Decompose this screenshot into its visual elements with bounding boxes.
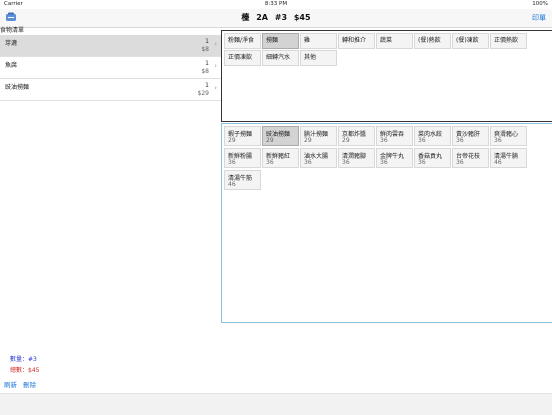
- order-item-qty: 1: [205, 60, 209, 67]
- order-title: 檯 2A #3 $45: [0, 9, 552, 27]
- menu-item-price: 36: [456, 137, 464, 144]
- category-button[interactable]: 雞: [300, 33, 337, 49]
- menu-item-button[interactable]: 清湯牛筋 46: [224, 170, 261, 190]
- order-row[interactable]: 魚腐 1 $8 ›: [0, 57, 221, 79]
- status-time: 8:33 PM: [264, 1, 288, 7]
- table-label: 檯: [241, 13, 250, 22]
- menu-item-price: 36: [342, 159, 350, 166]
- order-item-qty: 1: [205, 38, 209, 45]
- category-button[interactable]: 細轉汽水: [262, 50, 299, 66]
- order-list-header: 食物清單: [0, 27, 25, 34]
- print-button[interactable]: 印單: [532, 9, 546, 27]
- menu-item-price: 46: [228, 181, 236, 188]
- order-item-price: $8: [201, 68, 209, 75]
- menu-item-price: 29: [342, 137, 350, 144]
- order-item-name: 魚腐: [5, 62, 18, 69]
- order-item-qty: 1: [205, 82, 209, 89]
- order-number: #3: [274, 13, 288, 22]
- chevron-right-icon: ›: [214, 84, 217, 92]
- menu-item-button[interactable]: 台帝花枝 36: [452, 148, 489, 168]
- menu-item-button[interactable]: 腩汁撈麵 29: [300, 126, 337, 146]
- delete-button[interactable]: 刪除: [23, 381, 36, 389]
- table-number: 2A: [256, 13, 268, 22]
- menu-item-price: 29: [228, 137, 236, 144]
- category-button[interactable]: 撈麵: [262, 33, 299, 49]
- menu-item-button[interactable]: 滷水大腸 36: [300, 148, 337, 168]
- chevron-right-icon: ›: [214, 62, 217, 70]
- order-row[interactable]: 芽漉 1 $8 ›: [0, 35, 221, 57]
- category-button[interactable]: 正價熱飲: [490, 33, 527, 49]
- menu-item-price: 29: [266, 137, 274, 144]
- order-item-price: $29: [197, 90, 209, 97]
- menu-item-button[interactable]: 豉油撈麵 29: [262, 126, 299, 146]
- menu-item-button[interactable]: 金牌牛丸 36: [376, 148, 413, 168]
- menu-item-button[interactable]: 鮮肉雲吞 36: [376, 126, 413, 146]
- action-bar: 刷新 刪除: [4, 381, 40, 390]
- chevron-right-icon: ›: [214, 40, 217, 48]
- battery-label: 100%: [532, 1, 548, 7]
- nav-bar: 檯 2A #3 $45 印單: [0, 9, 552, 28]
- bottom-bar: [0, 393, 552, 415]
- status-bar: Carrier 8:33 PM 100%: [0, 0, 552, 9]
- menu-item-price: 29: [304, 137, 312, 144]
- category-panel: 粉麵/淨食 撈麵雞轉和推介 蔬菜 (餐)熱飲 (餐)凍飲 正價熱飲正價凍飲 細轉汽水 其他: [221, 30, 552, 122]
- category-button[interactable]: 粉麵/淨食: [224, 33, 261, 49]
- order-total: 總數：$45: [10, 367, 40, 374]
- order-item-name: 芽漉: [5, 40, 18, 47]
- menu-item-price: 36: [380, 137, 388, 144]
- menu-item-button[interactable]: 新鮮粉腸 36: [224, 148, 261, 168]
- menu-item-price: 36: [418, 159, 426, 166]
- category-button[interactable]: 轉和推介: [338, 33, 375, 49]
- order-summary: 數量：#3 總數：$45: [10, 354, 39, 376]
- menu-item-button[interactable]: 京都炸醬 29: [338, 126, 375, 146]
- menu-item-button[interactable]: 菜肉水餃 36: [414, 126, 451, 146]
- order-row[interactable]: 豉油撈麵 1 $29 ›: [0, 79, 221, 101]
- order-list: 芽漉 1 $8 › 魚腐 1 $8 › 豉油撈麵 1 $29 ›: [0, 35, 221, 101]
- menu-item-price: 46: [494, 159, 502, 166]
- menu-item-button[interactable]: 黃沙豬肝 36: [452, 126, 489, 146]
- menu-item-button[interactable]: 清湯牛腩 46: [490, 148, 527, 168]
- item-count: 數量：#3: [10, 356, 37, 363]
- menu-item-button[interactable]: 清潤豬腳 36: [338, 148, 375, 168]
- category-button[interactable]: 正價凍飲: [224, 50, 261, 66]
- order-item-price: $8: [201, 46, 209, 53]
- menu-item-price: 36: [418, 137, 426, 144]
- refresh-button[interactable]: 刷新: [4, 381, 17, 389]
- menu-item-price: 36: [380, 159, 388, 166]
- menu-item-price: 36: [304, 159, 312, 166]
- category-button[interactable]: (餐)凍飲: [452, 33, 489, 49]
- order-item-name: 豉油撈麵: [5, 84, 30, 91]
- menu-item-price: 36: [266, 159, 274, 166]
- menu-item-button[interactable]: 爽滑豬心 36: [490, 126, 527, 146]
- order-amount: $45: [293, 13, 311, 22]
- menu-item-panel: 蝦子撈麵 29 豉油撈麵 29 腩汁撈麵 29 京都炸醬 29 鮮肉雲吞 36 菜肉水餃 36 黃沙豬肝…: [221, 123, 552, 323]
- menu-item-price: 36: [494, 137, 502, 144]
- category-button[interactable]: (餐)熱飲: [414, 33, 451, 49]
- category-button[interactable]: 其他: [300, 50, 337, 66]
- category-button[interactable]: 蔬菜: [376, 33, 413, 49]
- menu-item-button[interactable]: 新鮮豬紅 36: [262, 148, 299, 168]
- menu-item-price: 36: [456, 159, 464, 166]
- menu-item-price: 36: [228, 159, 236, 166]
- menu-item-button[interactable]: 蝦子撈麵 29: [224, 126, 261, 146]
- menu-item-button[interactable]: 香菇貢丸 36: [414, 148, 451, 168]
